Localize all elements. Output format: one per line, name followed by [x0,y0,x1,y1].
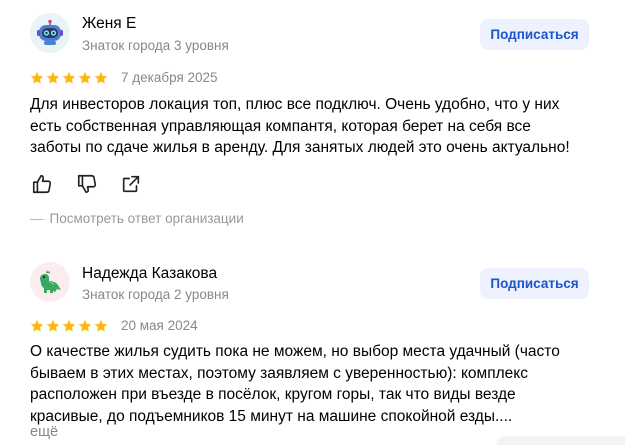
review-date: 7 декабря 2025 [121,70,218,85]
organization-reply-link[interactable]: — Посмотреть ответ организации [30,211,244,226]
review-text-line: бываем в этих местах, поэтому заявляем с… [30,364,528,382]
subscribe-button[interactable]: Подписаться [480,19,589,50]
author-level: Знаток города 2 уровня [82,287,229,302]
organization-reply-label: Посмотреть ответ организации [49,211,244,226]
rating-stars [30,71,108,85]
thumbs-down-icon [77,174,97,194]
rating-stars [30,319,108,333]
share-icon [122,175,140,193]
like-button[interactable] [31,173,53,195]
star-icon [30,71,44,84]
review-date: 20 мая 2024 [121,318,198,333]
author-name[interactable]: Женя Е [82,15,136,33]
dislike-button[interactable] [76,173,98,195]
review-text: О качестве жилья судить пока не можем, н… [30,341,595,427]
robot-avatar-icon [37,19,63,45]
subscribe-button[interactable]: Подписаться [480,268,589,299]
review-text-line: Для инвесторов локация топ, плюс все под… [30,96,560,113]
reply-dash: — [30,211,44,226]
expand-review-link[interactable]: ещё [30,424,58,440]
star-icon [62,319,76,332]
star-icon [78,319,92,332]
review-text-line: заботы по сдаче жилья в аренду. Для заня… [30,139,570,156]
star-icon [94,319,108,332]
avatar[interactable] [30,13,70,53]
dinosaur-avatar-icon [40,270,61,293]
star-icon [46,319,60,332]
star-icon [78,71,92,84]
review-text-line: красивые, до подъемников 15 минут на маш… [30,407,513,425]
review-text-line: есть собственная управляющая компантя, к… [30,117,531,135]
star-icon [46,71,60,84]
floating-panel-edge [496,436,625,445]
share-button[interactable] [120,173,142,195]
star-icon [94,71,108,84]
author-level: Знаток города 3 уровня [82,38,229,53]
star-icon [30,319,44,332]
review-text-line: расположен при въезде в посёлок, кругом … [30,386,516,403]
avatar[interactable] [30,262,70,302]
review-text-line: О качестве жилья судить пока не можем, н… [30,343,560,360]
author-name[interactable]: Надежда Казакова [82,265,217,283]
star-icon [62,71,76,84]
thumbs-up-icon [32,174,52,194]
review-text: Для инвесторов локация топ, плюс все под… [30,94,595,159]
